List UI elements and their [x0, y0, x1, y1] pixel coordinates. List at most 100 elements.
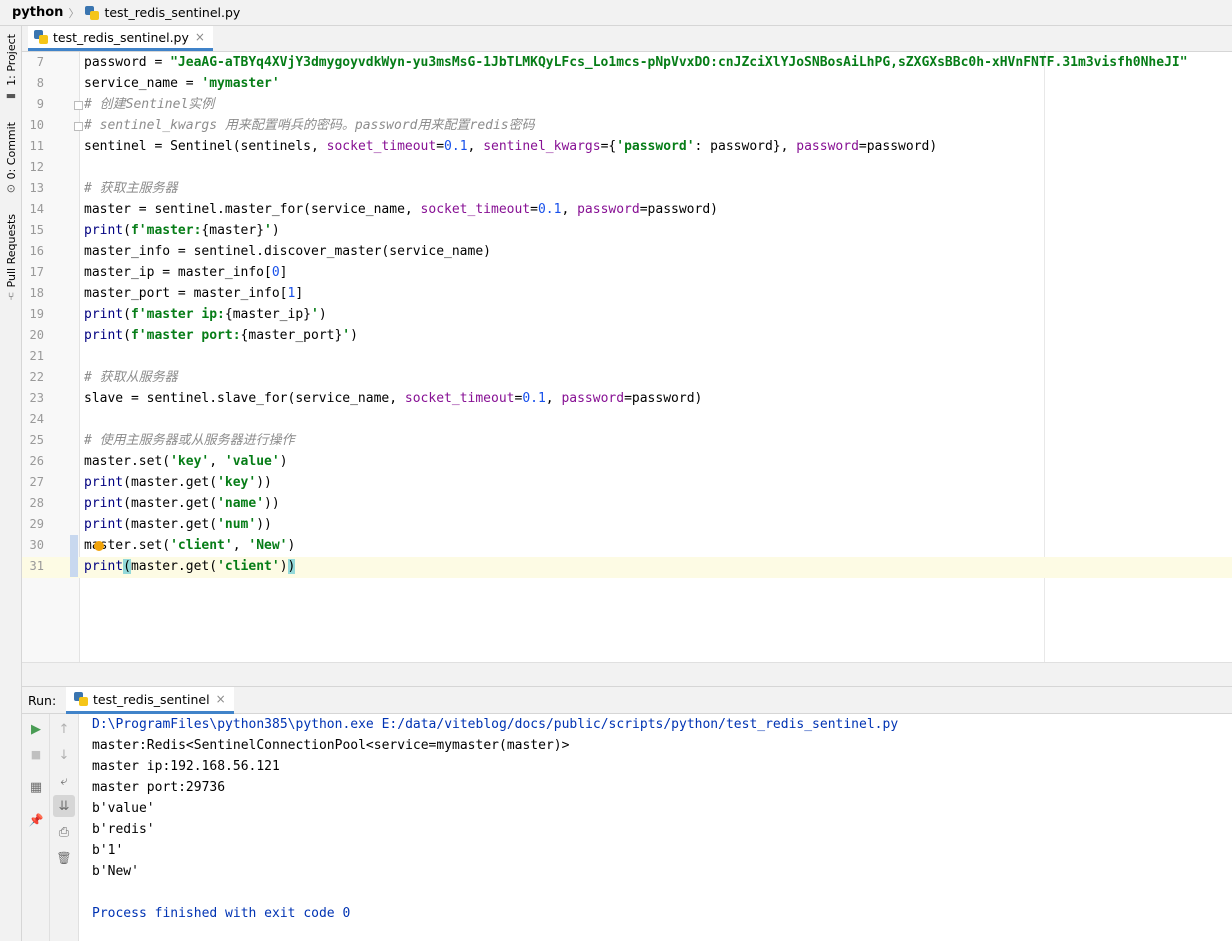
- vcs-change-marker[interactable]: [70, 535, 78, 556]
- code-line[interactable]: 11 sentinel = Sentinel(sentinels, socket_…: [22, 136, 1232, 157]
- code-line[interactable]: 28 print(master.get('name')): [22, 493, 1232, 514]
- code-token: )): [264, 496, 280, 511]
- scroll-to-end-icon[interactable]: ⇊: [53, 795, 75, 817]
- code-token: (: [123, 328, 131, 343]
- code-line[interactable]: 18 master_port = master_info[1]: [22, 283, 1232, 304]
- code-text: # 使用主服务器或从服务器进行操作: [84, 430, 295, 451]
- layout-icon[interactable]: ▦: [25, 776, 47, 798]
- fold-marker-icon[interactable]: [74, 122, 83, 131]
- line-number: 30: [29, 538, 44, 552]
- commit-tool-tab[interactable]: 0: Commit ⊙: [0, 122, 22, 195]
- code-text: master = sentinel.master_for(service_nam…: [84, 199, 718, 220]
- line-number: 9: [36, 97, 44, 111]
- rerun-icon[interactable]: ▶: [25, 718, 47, 740]
- code-text: # sentinel_kwargs 用来配置哨兵的密码。password用来配置…: [84, 115, 535, 136]
- code-token: ): [318, 307, 327, 322]
- code-editor[interactable]: 7 password = "JeaAG-aTBYq4XVjY3dmygoyvdkW…: [22, 52, 1232, 662]
- code-token: ,: [561, 202, 578, 217]
- pull-requests-tool-tab[interactable]: Pull Requests ⑂: [0, 214, 22, 303]
- line-number: 29: [29, 517, 44, 531]
- line-number: 25: [29, 433, 44, 447]
- console-line: b'New': [92, 864, 139, 879]
- close-icon[interactable]: ×: [195, 30, 205, 44]
- code-line[interactable]: 27 print(master.get('key')): [22, 472, 1232, 493]
- code-line[interactable]: 20 print(f'master port:{master_port}'): [22, 325, 1232, 346]
- code-token: # 创建Sentinel实例: [84, 97, 215, 112]
- code-token: print: [84, 517, 124, 532]
- code-line[interactable]: 29 print(master.get('num')): [22, 514, 1232, 535]
- line-number: 8: [36, 76, 44, 90]
- stop-icon[interactable]: ■: [25, 743, 47, 765]
- run-tab[interactable]: test_redis_sentinel ×: [66, 687, 234, 714]
- code-text: master_ip = master_info[0]: [84, 262, 288, 283]
- project-tool-tab[interactable]: 1: Project ▬: [0, 34, 22, 102]
- code-text: # 获取从服务器: [84, 367, 178, 388]
- code-text: print(master.get('name')): [84, 493, 280, 514]
- down-arrow-icon[interactable]: ↓: [53, 744, 75, 766]
- code-line[interactable]: 25 # 使用主服务器或从服务器进行操作: [22, 430, 1232, 451]
- trash-icon[interactable]: 🗑: [53, 847, 75, 869]
- code-line[interactable]: 21: [22, 346, 1232, 367]
- line-number: 20: [29, 328, 44, 342]
- code-line[interactable]: 16 master_info = sentinel.discover_master…: [22, 241, 1232, 262]
- breadcrumb-file[interactable]: test_redis_sentinel.py: [104, 5, 240, 20]
- code-token: 'num': [217, 517, 257, 532]
- code-text: master.set('client', 'New'): [84, 535, 295, 556]
- code-line[interactable]: 31 print(master.get('client')): [22, 556, 1232, 577]
- code-text: # 创建Sentinel实例: [84, 94, 214, 115]
- horizontal-scrollbar[interactable]: [22, 662, 1232, 686]
- code-token: 'New': [248, 538, 288, 553]
- code-line[interactable]: 26 master.set('key', 'value'): [22, 451, 1232, 472]
- breadcrumb-project[interactable]: python: [12, 5, 63, 20]
- vcs-change-marker[interactable]: [70, 556, 78, 577]
- intention-bulb-icon[interactable]: [94, 541, 104, 551]
- close-icon[interactable]: ×: [216, 692, 226, 706]
- code-line[interactable]: 24: [22, 409, 1232, 430]
- code-line[interactable]: 23 slave = sentinel.slave_for(service_nam…: [22, 388, 1232, 409]
- code-token: password =: [84, 55, 171, 70]
- code-line[interactable]: 8 service_name = 'mymaster': [22, 73, 1232, 94]
- line-number: 18: [29, 286, 44, 300]
- code-line[interactable]: 22 # 获取从服务器: [22, 367, 1232, 388]
- code-token: master_ip = master_info[: [84, 265, 272, 280]
- code-token: =: [530, 202, 538, 217]
- code-token: )): [256, 475, 272, 490]
- code-token: (master.get(: [123, 475, 218, 490]
- code-line[interactable]: 15 print(f'master:{master}'): [22, 220, 1232, 241]
- editor-tab-active[interactable]: test_redis_sentinel.py ×: [28, 26, 213, 51]
- soft-wrap-icon[interactable]: ⤶: [53, 770, 75, 792]
- run-console-output[interactable]: D:\ProgramFiles\python385\python.exe E:/…: [79, 714, 1232, 941]
- line-number: 26: [29, 454, 44, 468]
- code-token: 'mymaster': [201, 76, 280, 91]
- code-line[interactable]: 30 master.set('client', 'New'): [22, 535, 1232, 556]
- code-text: # 获取主服务器: [84, 178, 178, 199]
- code-line[interactable]: 12: [22, 157, 1232, 178]
- line-number: 14: [29, 202, 44, 216]
- code-text: slave = sentinel.slave_for(service_name,…: [84, 388, 702, 409]
- code-token: ': [310, 307, 319, 322]
- pin-icon[interactable]: 📌: [25, 809, 47, 831]
- editor-tabs: test_redis_sentinel.py ×: [22, 26, 1232, 52]
- code-line[interactable]: 7 password = "JeaAG-aTBYq4XVjY3dmygoyvdkW…: [22, 52, 1232, 73]
- up-arrow-icon[interactable]: ↑: [53, 718, 75, 740]
- code-line[interactable]: 14 master = sentinel.master_for(service_n…: [22, 199, 1232, 220]
- code-token: socket_timeout: [404, 391, 515, 406]
- code-token: master_port = master_info[: [84, 286, 288, 301]
- fold-marker-icon[interactable]: [74, 101, 83, 110]
- code-token: (: [123, 307, 131, 322]
- code-line[interactable]: 9 # 创建Sentinel实例: [22, 94, 1232, 115]
- code-text: print(f'master ip:{master_ip}'): [84, 304, 327, 325]
- code-text: master_info = sentinel.discover_master(s…: [84, 241, 491, 262]
- line-number: 13: [29, 181, 44, 195]
- code-token: ): [287, 559, 296, 574]
- code-line[interactable]: 10 # sentinel_kwargs 用来配置哨兵的密码。password用来…: [22, 115, 1232, 136]
- code-token: ): [287, 538, 296, 553]
- code-line[interactable]: 19 print(f'master ip:{master_ip}'): [22, 304, 1232, 325]
- line-number: 17: [29, 265, 44, 279]
- code-line[interactable]: 17 master_ip = master_info[0]: [22, 262, 1232, 283]
- code-token: master_info = sentinel.discover_master(s…: [84, 244, 491, 259]
- code-text: print(f'master port:{master_port}'): [84, 325, 358, 346]
- print-icon[interactable]: ⎙: [53, 821, 75, 843]
- code-line[interactable]: 13 # 获取主服务器: [22, 178, 1232, 199]
- code-token: ': [342, 328, 351, 343]
